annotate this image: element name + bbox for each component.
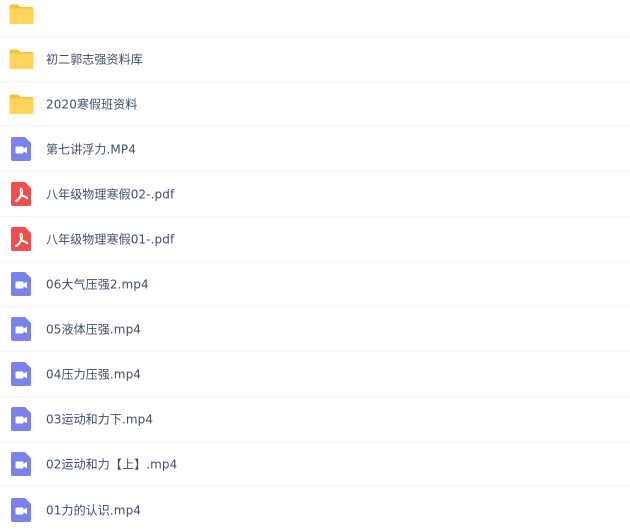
- video-file-icon: [8, 406, 35, 433]
- file-name[interactable]: 03运动和力下.mp4: [46, 411, 153, 428]
- file-row[interactable]: 2020寒假班资料: [0, 82, 630, 127]
- file-row[interactable]: 02运动和力【上】.mp4: [0, 442, 630, 487]
- file-row[interactable]: 03运动和力下.mp4: [0, 397, 630, 442]
- video-file-icon: [8, 451, 35, 478]
- video-file-icon: [8, 316, 35, 343]
- file-row[interactable]: 06大气压强2.mp4: [0, 262, 630, 307]
- file-row[interactable]: 八年级物理寒假02-.pdf: [0, 172, 630, 217]
- file-list: 初二郭志强资料库 2020寒假班资料 第七讲浮力.MP4 八年级物理寒假02-.pdf…: [0, 0, 630, 532]
- file-name[interactable]: 2020寒假班资料: [46, 96, 137, 113]
- file-name[interactable]: 八年级物理寒假01-.pdf: [46, 231, 174, 248]
- video-file-icon: [8, 361, 35, 388]
- file-row[interactable]: 第七讲浮力.MP4: [0, 127, 630, 172]
- folder-icon: [8, 1, 35, 28]
- file-row[interactable]: 01力的认识.mp4: [0, 487, 630, 532]
- file-name[interactable]: 初二郭志强资料库: [46, 51, 143, 68]
- file-name[interactable]: 04压力压强.mp4: [46, 366, 141, 383]
- file-name[interactable]: 02运动和力【上】.mp4: [46, 456, 177, 473]
- file-row[interactable]: 04压力压强.mp4: [0, 352, 630, 397]
- file-row[interactable]: 八年级物理寒假01-.pdf: [0, 217, 630, 262]
- file-name[interactable]: 八年级物理寒假02-.pdf: [46, 186, 174, 203]
- folder-icon: [8, 46, 35, 73]
- file-name[interactable]: 第七讲浮力.MP4: [46, 141, 136, 158]
- file-name[interactable]: 05液体压强.mp4: [46, 321, 141, 338]
- file-name[interactable]: 06大气压强2.mp4: [46, 276, 149, 293]
- file-row[interactable]: [0, 0, 630, 37]
- pdf-file-icon: [8, 181, 35, 208]
- video-file-icon: [8, 496, 35, 523]
- pdf-file-icon: [8, 226, 35, 253]
- file-row[interactable]: 初二郭志强资料库: [0, 37, 630, 82]
- file-row[interactable]: 05液体压强.mp4: [0, 307, 630, 352]
- folder-icon: [8, 91, 35, 118]
- file-name[interactable]: 01力的认识.mp4: [46, 501, 141, 518]
- video-file-icon: [8, 271, 35, 298]
- video-file-icon: [8, 136, 35, 163]
